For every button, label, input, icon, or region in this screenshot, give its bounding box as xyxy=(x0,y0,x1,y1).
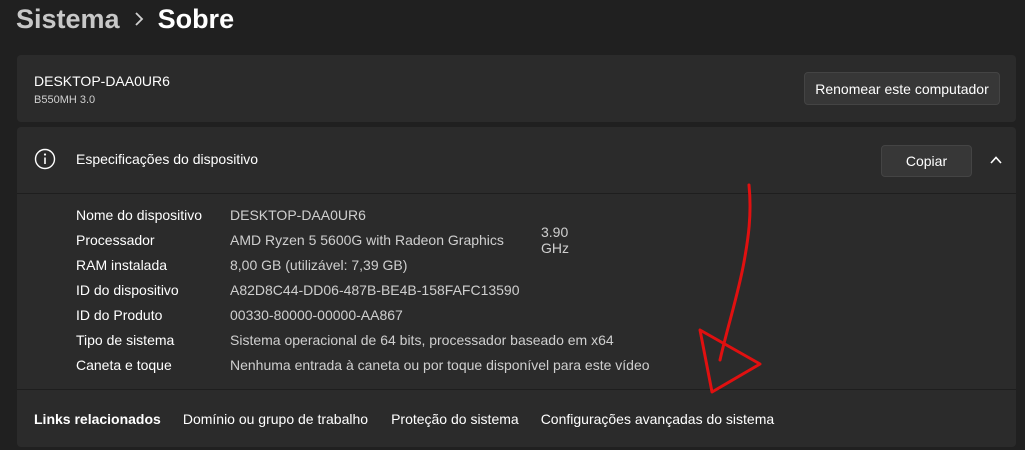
spec-value: DESKTOP-DAA0UR6 xyxy=(230,206,366,223)
spec-row-system-type: Tipo de sistema Sistema operacional de 6… xyxy=(76,327,614,352)
breadcrumb: Sistema Sobre xyxy=(16,2,234,36)
device-specs-header[interactable]: Especificações do dispositivo Copiar xyxy=(17,127,1016,194)
copy-button[interactable]: Copiar xyxy=(881,145,972,177)
device-card: DESKTOP-DAA0UR6 B550MH 3.0 Renomear este… xyxy=(17,55,1016,122)
related-links-title: Links relacionados xyxy=(34,411,161,427)
spec-value: 8,00 GB (utilizável: 7,39 GB) xyxy=(230,256,408,273)
page-title: Sobre xyxy=(157,3,235,34)
spec-row-ram: RAM instalada 8,00 GB (utilizável: 7,39 … xyxy=(76,252,407,277)
spec-value: A82D8C44-DD06-487B-BE4B-158FAFC13590 xyxy=(230,281,520,298)
spec-label: Caneta e toque xyxy=(76,356,172,373)
spec-row-pen-touch: Caneta e toque Nenhuma entrada à caneta … xyxy=(76,352,650,377)
spec-row-product-id: ID do Produto 00330-80000-00000-AA867 xyxy=(76,302,403,327)
spec-value: Nenhuma entrada à caneta ou por toque di… xyxy=(230,356,650,373)
chevron-right-icon xyxy=(134,12,144,26)
spec-label: Nome do dispositivo xyxy=(76,206,203,223)
spec-row-device-name: Nome do dispositivo DESKTOP-DAA0UR6 xyxy=(76,202,366,227)
rename-computer-button[interactable]: Renomear este computador xyxy=(804,72,1000,105)
spec-value: Sistema operacional de 64 bits, processa… xyxy=(230,331,614,348)
related-links: Links relacionados Domínio ou grupo de t… xyxy=(17,389,1016,448)
device-specs-title: Especificações do dispositivo xyxy=(76,151,259,167)
spec-label: ID do dispositivo xyxy=(76,281,179,298)
spec-label: Processador xyxy=(76,231,155,248)
chevron-up-icon[interactable] xyxy=(989,153,1003,167)
spec-row-processor: Processador AMD Ryzen 5 5600G with Radeo… xyxy=(76,224,569,256)
info-icon xyxy=(34,148,56,170)
domain-workgroup-link[interactable]: Domínio ou grupo de trabalho xyxy=(183,411,368,427)
processor-speed: 3.90 GHz xyxy=(541,223,569,256)
spec-value: 00330-80000-00000-AA867 xyxy=(230,306,403,323)
device-specs-card: Especificações do dispositivo Copiar Nom… xyxy=(17,127,1016,447)
spec-label: ID do Produto xyxy=(76,306,163,323)
spec-row-device-id: ID do dispositivo A82D8C44-DD06-487B-BE4… xyxy=(76,277,520,302)
spec-label: RAM instalada xyxy=(76,256,168,273)
device-model: B550MH 3.0 xyxy=(34,94,96,106)
system-protection-link[interactable]: Proteção do sistema xyxy=(391,411,519,427)
device-name: DESKTOP-DAA0UR6 xyxy=(34,73,170,89)
spec-label: Tipo de sistema xyxy=(76,331,175,348)
spec-value: AMD Ryzen 5 5600G with Radeon Graphics xyxy=(230,231,504,248)
breadcrumb-parent[interactable]: Sistema xyxy=(16,4,120,35)
advanced-system-settings-link[interactable]: Configurações avançadas do sistema xyxy=(541,411,774,427)
